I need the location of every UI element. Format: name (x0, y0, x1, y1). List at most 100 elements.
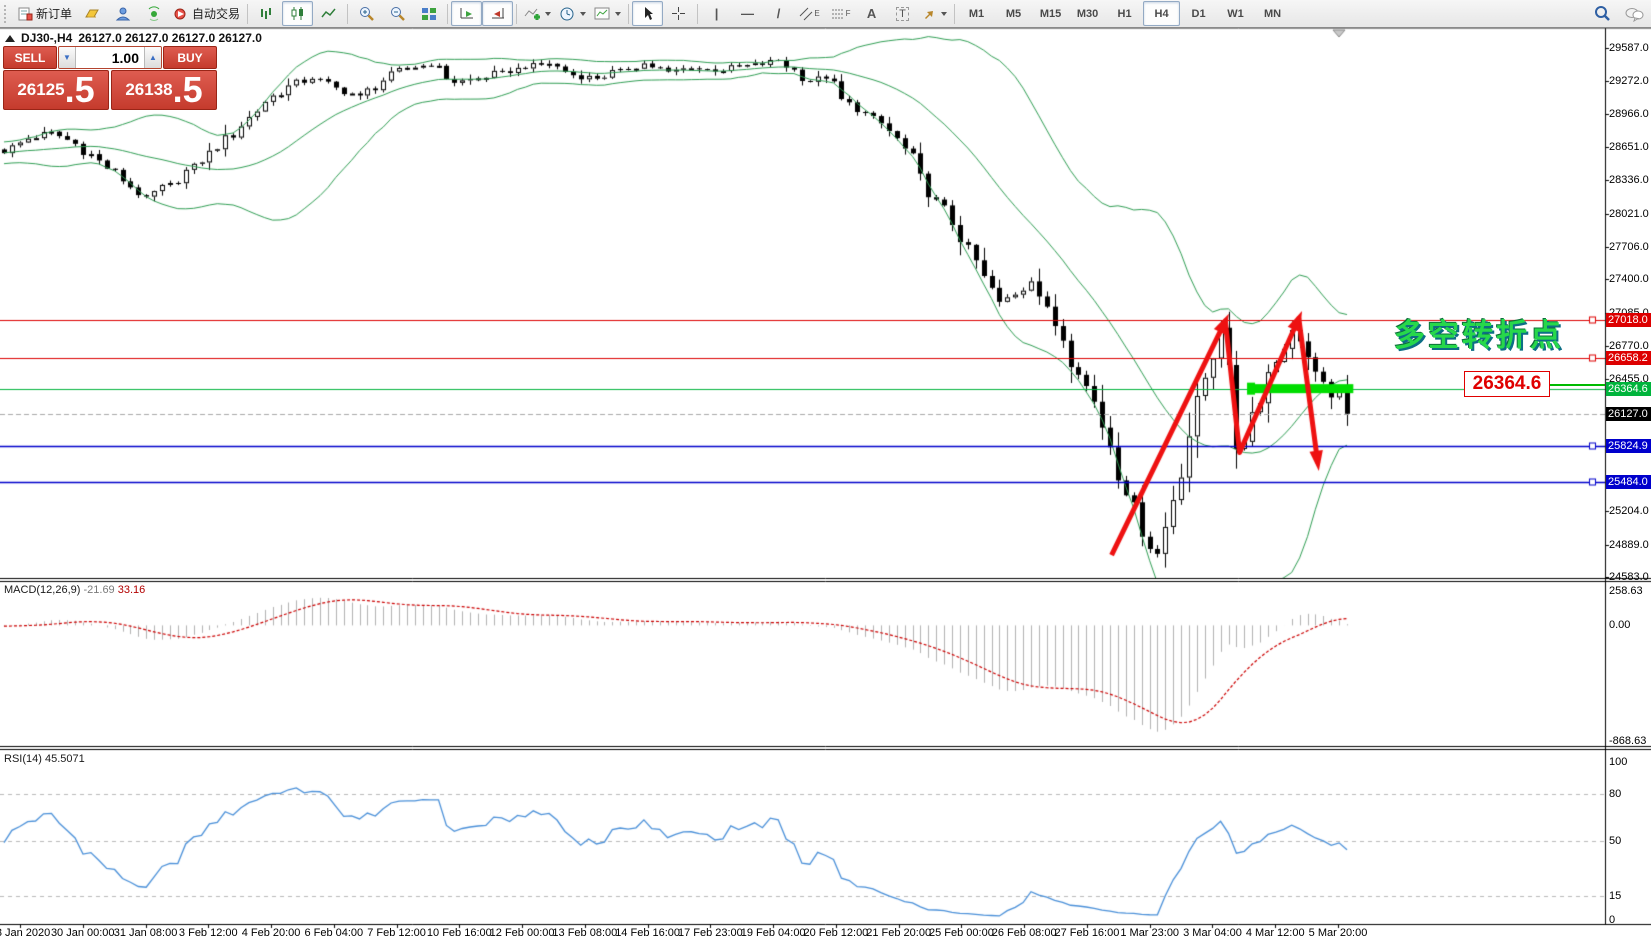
macd-axis-label: 0.00 (1609, 619, 1630, 631)
chart-shift-icon (490, 6, 506, 21)
zoom-out-button[interactable] (382, 1, 413, 26)
candlestick-chart-type-button[interactable] (282, 1, 313, 26)
rsi-axis-label: 50 (1609, 835, 1621, 847)
periods-button[interactable] (555, 1, 590, 26)
level-price-label: 26658.2 (1606, 351, 1651, 365)
channel-letter: E (814, 9, 819, 18)
price-tick-label: 29272.0 (1609, 75, 1649, 87)
auto-scroll-button[interactable] (451, 1, 482, 26)
tab-timeframe-w1[interactable]: W1 (1217, 1, 1254, 26)
timeframe-label: W1 (1227, 8, 1244, 20)
bar-chart-type-button[interactable] (251, 1, 282, 26)
toolbar-grip[interactable] (4, 5, 11, 23)
price-tick-label: 28966.0 (1609, 108, 1649, 120)
tab-timeframe-m5[interactable]: M5 (995, 1, 1032, 26)
time-tick-label: 12 Feb 00:00 (490, 927, 555, 939)
tab-timeframe-m15[interactable]: M15 (1032, 1, 1069, 26)
fibo-letter: F (846, 9, 851, 18)
templates-button[interactable] (590, 1, 625, 26)
volume-increase-button[interactable]: ▲ (144, 47, 161, 68)
chart-canvas[interactable] (0, 0, 1651, 943)
symbol-ohlc: 26127.0 26127.0 26127.0 26127.0 (78, 31, 262, 45)
channel-tool-button[interactable]: E (794, 1, 825, 26)
new-order-label: 新订单 (36, 5, 72, 22)
toolbar-separator (954, 4, 955, 24)
buy-price-button[interactable]: 26138 .5 (111, 70, 217, 110)
cursor-tool-button[interactable] (632, 1, 663, 26)
profile-button[interactable] (107, 1, 138, 26)
tab-timeframe-h4[interactable]: H4 (1143, 1, 1180, 26)
tab-timeframe-m1[interactable]: M1 (958, 1, 995, 26)
current-price-label: 26127.0 (1606, 407, 1651, 421)
time-tick-label: 3 Feb 12:00 (179, 927, 238, 939)
trendline-tool-button[interactable]: / (763, 1, 794, 26)
signal-icon (146, 6, 162, 21)
chevron-down-icon (941, 12, 947, 16)
sell-button[interactable]: SELL (3, 46, 57, 69)
volume-decrease-button[interactable]: ▼ (59, 47, 76, 68)
sell-price-button[interactable]: 26125 .5 (3, 70, 109, 110)
line-chart-type-button[interactable] (313, 1, 344, 26)
vertical-line-tool-button[interactable]: | (701, 1, 732, 26)
timeframe-label: D1 (1192, 8, 1206, 20)
toolbar-separator (697, 4, 698, 24)
label-tool-icon: T (896, 7, 909, 21)
search-button[interactable] (1587, 1, 1618, 26)
text-tool-button[interactable]: A (856, 1, 887, 26)
price-callout-label: 26364.6 (1464, 371, 1550, 397)
indicators-button[interactable] (520, 1, 555, 26)
rsi-axis-label: 0 (1609, 914, 1615, 926)
price-tick-label: 28651.0 (1609, 141, 1649, 153)
signal-button[interactable] (138, 1, 169, 26)
chart-shift-button[interactable] (482, 1, 513, 26)
time-tick-label: 28 Jan 2020 (0, 927, 50, 939)
fibonacci-tool-button[interactable]: F (825, 1, 856, 26)
tab-timeframe-h1[interactable]: H1 (1106, 1, 1143, 26)
sell-label: SELL (15, 51, 46, 65)
zoom-in-button[interactable] (351, 1, 382, 26)
timeframe-label: H4 (1155, 8, 1169, 20)
chevron-down-icon (580, 12, 586, 16)
horizontal-line-icon: — (741, 6, 754, 21)
rsi-axis-label: 80 (1609, 788, 1621, 800)
toolbar-separator (347, 4, 348, 24)
rsi-value: 45.5071 (45, 753, 85, 765)
time-tick-label: 27 Feb 16:00 (1055, 927, 1120, 939)
buy-button[interactable]: BUY (163, 46, 217, 69)
price-axis[interactable]: 29587.029272.028966.028651.028336.028021… (1606, 28, 1651, 924)
time-tick-label: 20 Feb 12:00 (803, 927, 868, 939)
bar-chart-icon (259, 6, 274, 21)
level-price-label: 26364.6 (1606, 382, 1651, 396)
tab-timeframe-m30[interactable]: M30 (1069, 1, 1106, 26)
crosshair-tool-button[interactable] (663, 1, 694, 26)
price-tick-label: 28021.0 (1609, 208, 1649, 220)
turning-point-annotation: 多空转折点 (1394, 310, 1564, 355)
zoom-out-icon (390, 6, 406, 22)
price-tick-label: 25204.0 (1609, 505, 1649, 517)
new-order-button[interactable]: 新订单 (14, 1, 76, 26)
journal-button[interactable] (76, 1, 107, 26)
tile-windows-icon (421, 6, 437, 21)
tab-timeframe-mn[interactable]: MN (1254, 1, 1291, 26)
candlestick-icon (290, 6, 305, 21)
label-tool-button[interactable]: T (887, 1, 918, 26)
symbol-marker-icon (5, 35, 15, 42)
vertical-line-icon: | (715, 6, 719, 21)
macd-signal-value: 33.16 (118, 584, 146, 596)
toolbar-separator (516, 4, 517, 24)
time-tick-label: 4 Mar 12:00 (1246, 927, 1305, 939)
auto-trading-button[interactable]: 自动交易 (169, 1, 244, 26)
tab-timeframe-d1[interactable]: D1 (1180, 1, 1217, 26)
time-axis[interactable]: 28 Jan 202030 Jan 00:0031 Jan 08:003 Feb… (0, 926, 1651, 943)
arrows-tool-button[interactable] (918, 1, 951, 26)
horizontal-line-tool-button[interactable]: — (732, 1, 763, 26)
time-tick-label: 7 Feb 12:00 (367, 927, 426, 939)
tile-windows-button[interactable] (413, 1, 444, 26)
chat-button[interactable] (1618, 1, 1649, 26)
time-tick-label: 5 Mar 20:00 (1309, 927, 1368, 939)
volume-input[interactable] (76, 47, 144, 68)
one-click-trading-panel: SELL ▼ ▲ BUY 26125 .5 26138 .5 (3, 46, 217, 110)
chevron-down-icon (615, 12, 621, 16)
time-tick-label: 31 Jan 08:00 (114, 927, 178, 939)
cursor-icon (641, 6, 655, 21)
